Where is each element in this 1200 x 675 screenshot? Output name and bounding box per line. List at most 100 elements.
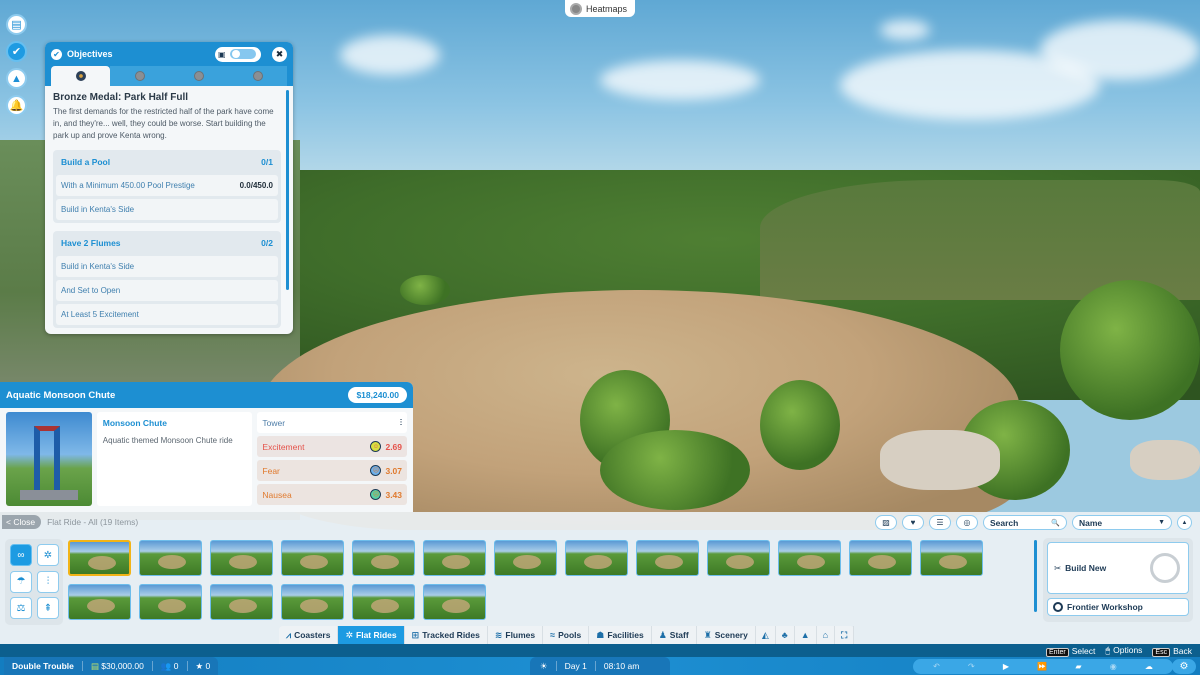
requirement-label: At Least 5 Excitement [61, 310, 139, 319]
rail-notifications-button[interactable]: 🔔 [6, 95, 27, 116]
tab-coasters[interactable]: ⩘ Coasters [279, 626, 339, 644]
rail-clipboard-button[interactable]: ▤ [6, 14, 27, 35]
ride-stats: Tower ⫶ Excitement ☺ 2.69 Fear ☹ 3.07 Naus… [257, 412, 408, 506]
guests-readout[interactable]: 👥 0 [161, 661, 179, 672]
rating-readout[interactable]: ★ 0 [196, 661, 211, 672]
ride-thumbnail[interactable] [352, 584, 415, 620]
tab-terrain[interactable]: ◭ [756, 626, 776, 644]
objectives-scrollbar[interactable] [286, 90, 289, 290]
settings-button[interactable]: ⚙ [1172, 659, 1196, 674]
filter-tower[interactable]: ⫶ [37, 570, 59, 593]
filter-all[interactable]: ∞ [10, 544, 32, 566]
ride-thumbnail[interactable] [423, 540, 486, 576]
ferris-wheel-icon [1150, 553, 1180, 583]
sort-dropdown[interactable]: Name ▼ [1072, 515, 1172, 530]
globe-button[interactable]: ◉ [1110, 662, 1117, 671]
favourites-button[interactable]: ♥ [902, 515, 924, 530]
ride-thumbnail[interactable] [139, 540, 202, 576]
tab-blueprints[interactable]: ⌂ [817, 626, 836, 644]
infinity-icon: ∞ [17, 549, 25, 561]
ride-thumbnail[interactable] [494, 540, 557, 576]
hint-bar [0, 644, 1200, 657]
browser-scrollbar[interactable] [1034, 540, 1037, 612]
camera-button[interactable]: ▰ [1075, 662, 1081, 671]
rail-objectives-button[interactable]: ✔ [6, 41, 27, 62]
filter-spinning[interactable]: ✲ [37, 544, 59, 566]
filter-settings-button[interactable]: ☰ [929, 515, 951, 530]
ride-thumbnail[interactable] [210, 584, 273, 620]
ride-thumbnail[interactable] [281, 584, 344, 620]
tab-silver[interactable] [110, 66, 169, 86]
ride-thumbnail[interactable] [281, 540, 344, 576]
tab-gold[interactable] [169, 66, 228, 86]
ride-thumbnail[interactable] [849, 540, 912, 576]
tab-pools[interactable]: ≈ Pools [543, 626, 590, 644]
tab-mountain[interactable]: ▲ [795, 626, 817, 644]
filter-balance[interactable]: ⚖ [10, 597, 32, 620]
close-button[interactable]: ✖ [272, 46, 287, 62]
hint-label: Options [1113, 645, 1143, 655]
ride-title: Aquatic Monsoon Chute [6, 389, 116, 401]
weather-icon: ☁ [1144, 662, 1153, 671]
tab-staff[interactable]: ♟ Staff [652, 626, 697, 644]
undo-icon: ↶ [933, 662, 940, 671]
goal-title: Have 2 Flumes [61, 238, 121, 248]
toggle-switch[interactable] [229, 49, 256, 59]
fast-forward-button[interactable]: ⏩ [1037, 662, 1047, 671]
play-button[interactable]: ▶ [1003, 662, 1009, 671]
terrain-icon: ◭ [761, 629, 769, 640]
frontier-workshop-button[interactable]: Frontier Workshop [1047, 598, 1189, 616]
balance-icon: ⚖ [16, 602, 26, 614]
excitement-row: Excitement ☺ 2.69 [257, 436, 408, 457]
blueprints-icon: ⌂ [822, 630, 829, 640]
ride-thumbnail[interactable] [68, 540, 131, 576]
tab-flat-rides[interactable]: ✲ Flat Rides [338, 626, 405, 644]
tree [400, 275, 450, 305]
weather-button[interactable]: ☁ [1145, 662, 1153, 671]
filter-swing[interactable]: ☂ [10, 570, 32, 593]
objectives-pin-toggle[interactable]: ▣ [215, 46, 261, 62]
tab-platinum[interactable] [228, 66, 287, 86]
ride-thumbnail[interactable] [210, 540, 273, 576]
collapse-button[interactable]: ▲ [1177, 515, 1192, 530]
money-readout[interactable]: ▤ $30,000.00 [91, 661, 144, 672]
enter-key-icon: Enter [1045, 647, 1069, 657]
filter-drop[interactable]: ⇞ [37, 597, 59, 620]
undo-button[interactable]: ↶ [933, 662, 940, 671]
tab-tracked-rides[interactable]: ⊞ Tracked Rides [405, 626, 488, 644]
park-name[interactable]: Double Trouble [12, 661, 74, 671]
heatmaps-button[interactable]: Heatmaps [565, 0, 635, 17]
redo-button[interactable]: ↷ [968, 662, 975, 671]
ride-thumbnail[interactable] [139, 584, 202, 620]
close-browser-button[interactable]: < Close [2, 515, 42, 529]
tab-scenery[interactable]: ♜ Scenery [697, 626, 756, 644]
check-icon: ✔ [51, 48, 62, 60]
ride-thumbnail[interactable] [636, 540, 699, 576]
goal-requirement: At Least 5 Excitement [56, 304, 278, 325]
ride-preview-image [6, 412, 92, 506]
ride-thumbnail[interactable] [68, 584, 131, 620]
ride-type-label: Tower [262, 417, 286, 428]
search-input[interactable]: Search 🔍 [983, 515, 1067, 530]
ride-thumbnail[interactable] [920, 540, 983, 576]
ride-thumbnail[interactable] [778, 540, 841, 576]
ride-thumbnail[interactable] [423, 584, 486, 620]
tab-expand[interactable]: ⛶ [835, 626, 855, 644]
search-icon: 🔍 [1051, 519, 1060, 527]
ride-thumbnail[interactable] [565, 540, 628, 576]
divider [555, 661, 557, 671]
blueprint-toggle-button[interactable]: ▨ [875, 515, 897, 530]
tower-graphic [34, 426, 60, 492]
tab-bronze[interactable] [51, 66, 110, 86]
view-toggle-button[interactable]: ◎ [956, 515, 978, 530]
tab-facilities[interactable]: ☗ Facilities [589, 626, 652, 644]
rock [880, 430, 1000, 490]
tab-trees[interactable]: ♣ [776, 626, 795, 644]
browser-toolbar: ▨ ♥ ☰ ◎ Search 🔍 Name ▼ ▲ [875, 515, 1192, 530]
rail-terrain-button[interactable]: ▲ [6, 68, 27, 89]
build-new-button[interactable]: ✂ Build New [1047, 542, 1189, 594]
chevron-up-icon: ▲ [1181, 519, 1188, 526]
tab-flumes[interactable]: ≋ Flumes [488, 626, 544, 644]
ride-thumbnail[interactable] [352, 540, 415, 576]
ride-thumbnail[interactable] [707, 540, 770, 576]
